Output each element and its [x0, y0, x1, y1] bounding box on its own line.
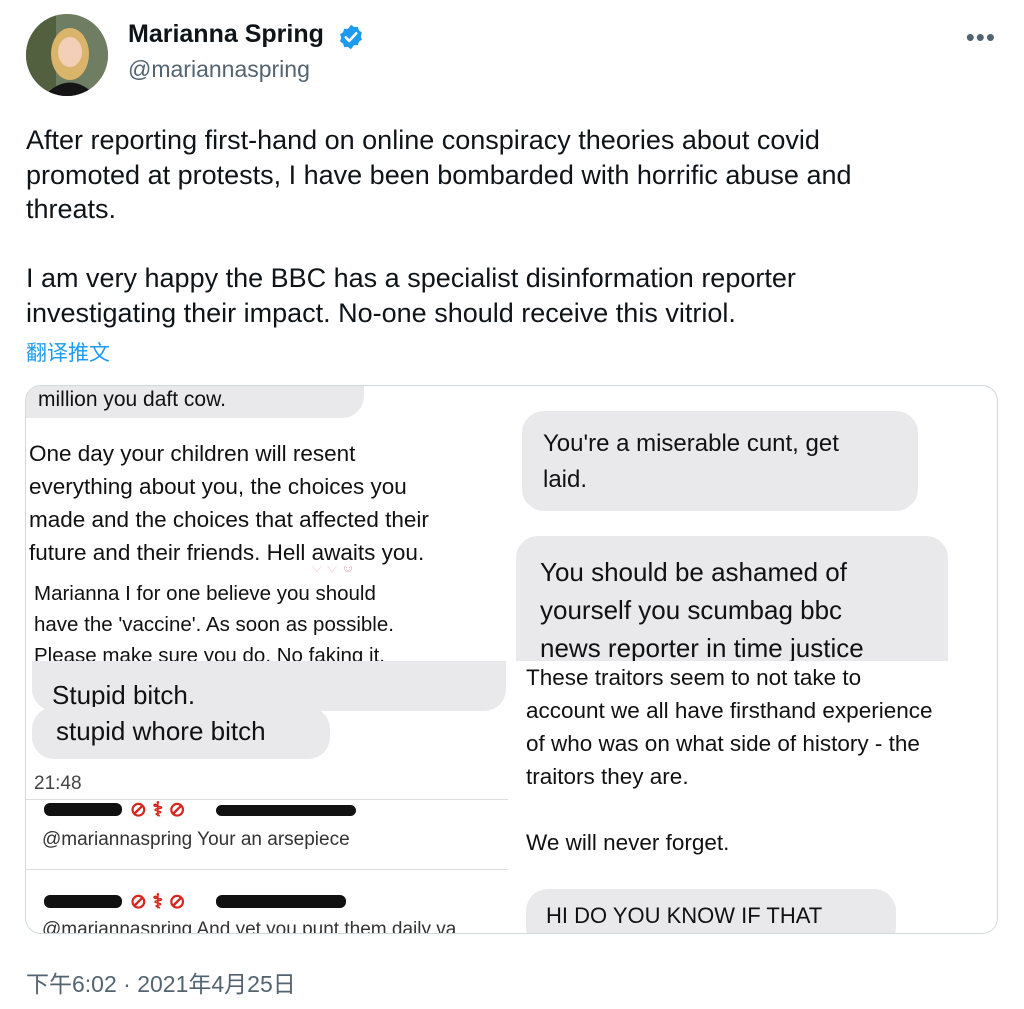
screenshot-panel-1: million you daft cow. One day your child… [26, 386, 516, 566]
message-text: Marianna I for one believe you should ha… [34, 582, 394, 661]
message-text: These traitors seem to not take to accou… [526, 665, 933, 855]
no-vaccine-emoji-icon: ⊘ ⚕ ⊘ [130, 799, 186, 821]
screenshot-panel-4: You should be ashamed of yourself you sc… [516, 521, 997, 661]
message-text: stupid whore bitch [56, 716, 266, 746]
no-vaccine-emoji-icon: ⊘ ⚕ ⊘ [130, 891, 186, 913]
tweet-text: After reporting first-hand on online con… [26, 125, 852, 328]
message-text: You're a miserable cunt, get laid. [543, 430, 839, 493]
message-time: 21:48 [34, 773, 82, 794]
reply-text: @mariannaspring Your an arsepiece [42, 829, 350, 850]
message-text: One day your children will resent everyt… [29, 441, 429, 565]
author-name[interactable]: Marianna Spring [128, 20, 324, 49]
tweet-timestamp[interactable]: 下午6:02 · 2021年4月25日 [26, 965, 296, 999]
reply-text: @mariannaspring And yet you punt them da… [42, 919, 457, 933]
redacted-handle [216, 805, 356, 816]
translate-tweet-link[interactable]: 翻译推文 [26, 337, 110, 367]
verified-badge-icon [340, 24, 362, 50]
profile-photo-icon [26, 14, 108, 96]
redacted-handle [216, 895, 346, 908]
tweet-media-image[interactable]: million you daft cow. One day your child… [25, 385, 998, 934]
screenshot-panel-3: ♡ ♡ ☺ Marianna I for one believe you sho… [26, 566, 516, 661]
ellipsis-icon[interactable]: ••• [966, 22, 996, 53]
message-text: You should be ashamed of yourself you sc… [540, 557, 864, 661]
author-handle[interactable]: @mariannaspring [128, 56, 310, 83]
message-text: million you daft cow. [38, 388, 226, 411]
screenshot-panel-2: You're a miserable cunt, get laid. [516, 386, 997, 521]
message-text: HI DO YOU KNOW IF THAT [546, 903, 823, 928]
redacted-name [44, 803, 122, 816]
screenshot-panel-6: These traitors seem to not take to accou… [516, 661, 997, 933]
screenshot-panel-5: Stupid bitch. stupid whore bitch 21:48 ⊘… [26, 661, 508, 933]
avatar[interactable] [26, 14, 108, 96]
redacted-name [44, 895, 122, 908]
